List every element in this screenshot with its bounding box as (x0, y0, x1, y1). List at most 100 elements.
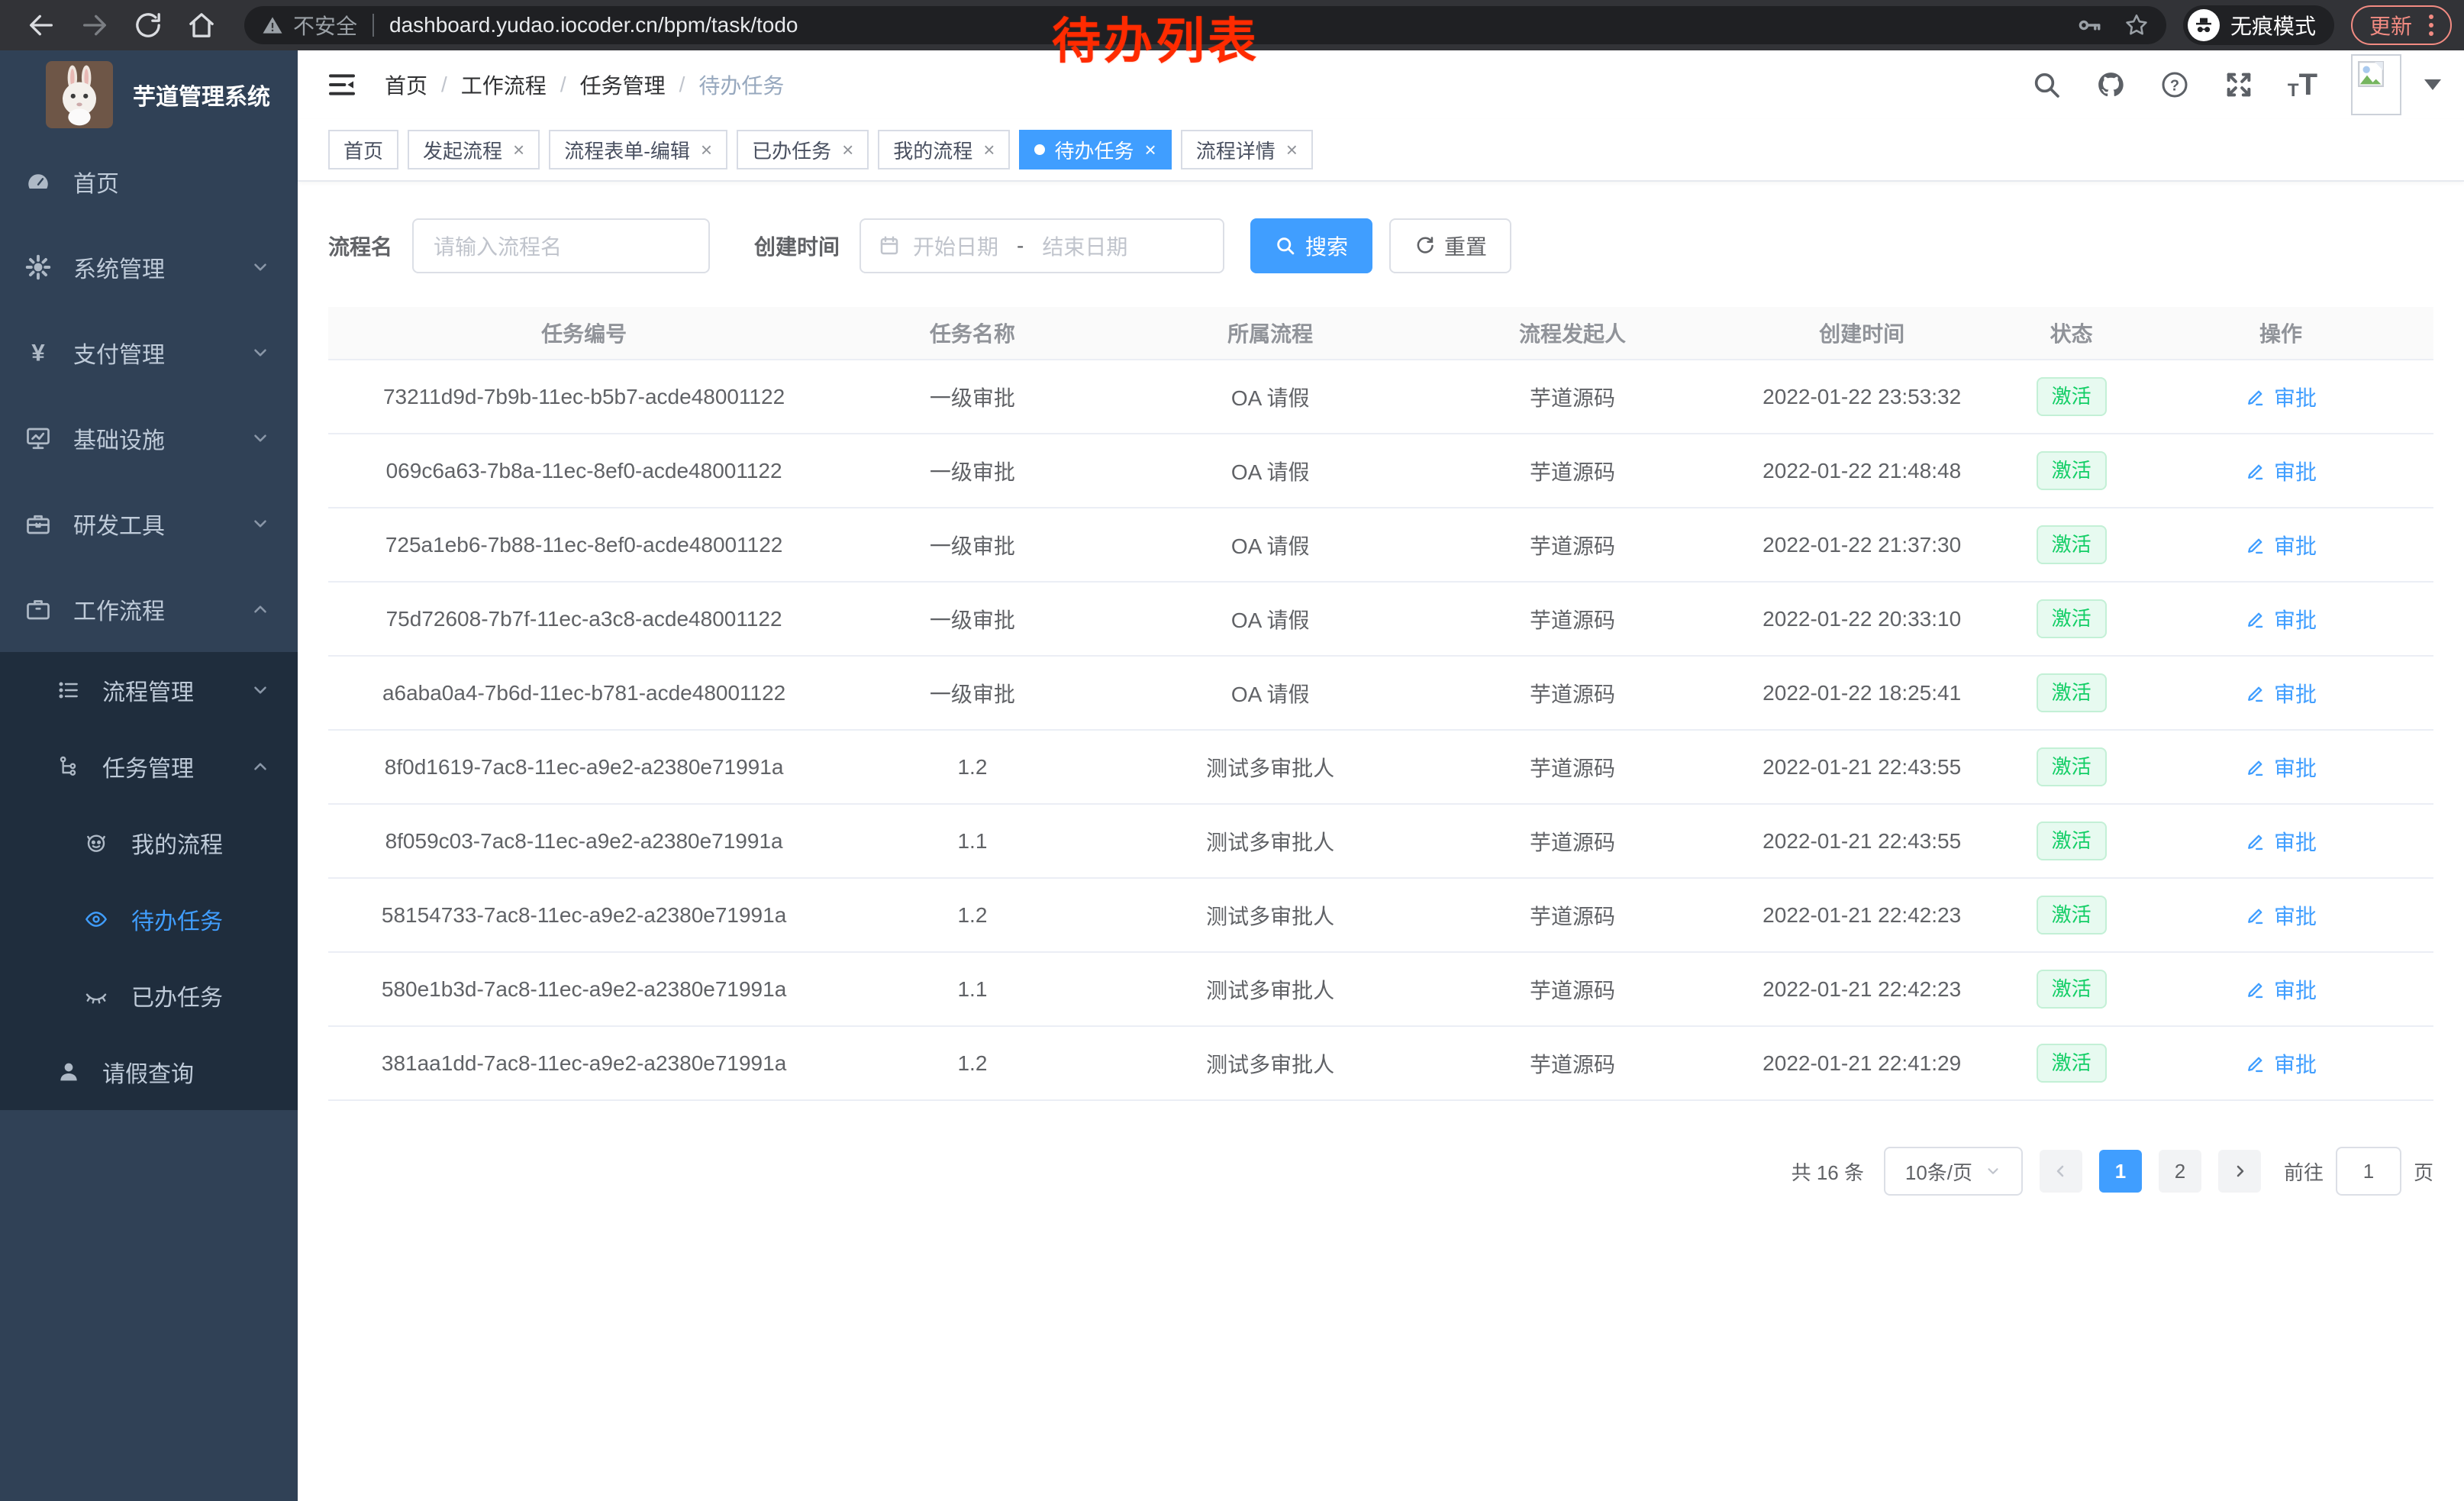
column-header-任务名称: 任务名称 (840, 307, 1105, 359)
tab-我的流程[interactable]: 我的流程× (878, 130, 1010, 169)
approve-link[interactable]: 审批 (2245, 678, 2317, 709)
chevron-left-icon (2052, 1162, 2070, 1180)
password-key-icon[interactable] (2076, 12, 2102, 38)
cell-name: 1.2 (840, 879, 1105, 951)
approve-link[interactable]: 审批 (2245, 900, 2317, 931)
breadcrumb-item[interactable]: 首页 (385, 69, 427, 100)
sidebar-item-任务管理[interactable]: 任务管理 (0, 728, 298, 805)
tab-首页[interactable]: 首页 (328, 130, 398, 169)
sidebar-item-支付管理[interactable]: ¥支付管理 (0, 310, 298, 395)
cell-id: 8f059c03-7ac8-11ec-a9e2-a2380e71991a (328, 805, 840, 877)
github-icon[interactable] (2095, 69, 2126, 100)
chevron-up-icon (250, 599, 270, 619)
pen-icon (2245, 534, 2266, 556)
close-icon[interactable]: × (1286, 140, 1298, 160)
sidebar-item-基础设施[interactable]: 基础设施 (0, 395, 298, 481)
close-icon[interactable]: × (842, 140, 853, 160)
tab-发起流程[interactable]: 发起流程 × (408, 130, 540, 169)
approve-link[interactable]: 审批 (2245, 456, 2317, 486)
breadcrumb-item[interactable]: 工作流程 (461, 69, 547, 100)
reset-button[interactable]: 重置 (1389, 218, 1511, 273)
cell-action: 审批 (2128, 879, 2433, 951)
help-icon[interactable]: ? (2159, 69, 2190, 100)
close-icon[interactable]: × (983, 140, 995, 160)
page-button-2[interactable]: 2 (2159, 1150, 2201, 1193)
sidebar-item-请假查询[interactable]: 请假查询 (0, 1034, 298, 1110)
breadcrumb-item[interactable]: 任务管理 (580, 69, 666, 100)
approve-link[interactable]: 审批 (2245, 974, 2317, 1005)
cell-created: 2022-01-22 20:33:10 (1709, 583, 2014, 655)
date-range-input[interactable]: 开始日期 - 结束日期 (859, 218, 1224, 273)
tab-待办任务[interactable]: 待办任务× (1019, 130, 1171, 169)
font-size-icon[interactable]: TT (2288, 69, 2317, 100)
chrome-update-button[interactable]: 更新 (2351, 5, 2452, 45)
cell-name: 一级审批 (840, 657, 1105, 729)
cell-process: OA 请假 (1105, 360, 1436, 433)
status-badge: 激活 (2037, 822, 2107, 860)
close-icon[interactable]: × (701, 140, 712, 160)
app-logo-row[interactable]: 芋道管理系统 (0, 50, 298, 139)
briefcase-icon (24, 596, 52, 623)
sidebar-collapse-icon[interactable] (327, 69, 357, 100)
update-label[interactable]: 更新 (2369, 10, 2412, 40)
cell-process: 测试多审批人 (1105, 879, 1436, 951)
avatar[interactable] (2351, 54, 2401, 115)
cell-process: 测试多审批人 (1105, 953, 1436, 1025)
next-page-button[interactable] (2218, 1150, 2261, 1193)
sidebar-item-首页[interactable]: 首页 (0, 139, 298, 224)
browser-reload-icon[interactable] (133, 10, 163, 40)
table-row: 580e1b3d-7ac8-11ec-a9e2-a2380e71991a1.1测… (328, 953, 2433, 1027)
search-icon (1275, 235, 1296, 257)
page-unit-label: 页 (2414, 1157, 2433, 1186)
approve-link[interactable]: 审批 (2245, 1048, 2317, 1079)
browser-forward-icon[interactable] (79, 10, 110, 40)
status-badge: 激活 (2037, 970, 2107, 1009)
sidebar-item-待办任务[interactable]: 待办任务 (0, 881, 298, 957)
browser-back-icon[interactable] (26, 10, 56, 40)
cell-process: 测试多审批人 (1105, 731, 1436, 803)
search-button[interactable]: 搜索 (1250, 218, 1372, 273)
approve-link[interactable]: 审批 (2245, 382, 2317, 412)
approve-link[interactable]: 审批 (2245, 752, 2317, 783)
chevron-down-icon (1985, 1163, 2001, 1180)
url-divider (373, 14, 374, 37)
chevron-down-icon (250, 343, 270, 363)
page-size-select[interactable]: 10条/页 (1884, 1147, 2023, 1196)
sidebar-item-工作流程[interactable]: 工作流程 (0, 567, 298, 652)
prev-page-button[interactable] (2040, 1150, 2082, 1193)
filter-bar: 流程名 请输入流程名 创建时间 开始日期 - 结束日期 (328, 218, 2433, 273)
avatar-caret-icon[interactable] (2424, 79, 2441, 90)
approve-link[interactable]: 审批 (2245, 530, 2317, 560)
process-name-input[interactable]: 请输入流程名 (412, 218, 710, 273)
fullscreen-icon[interactable] (2224, 69, 2254, 100)
browser-home-icon[interactable] (186, 10, 217, 40)
approve-link[interactable]: 审批 (2245, 826, 2317, 857)
goto-page-input[interactable]: 1 (2336, 1147, 2401, 1196)
tab-已办任务[interactable]: 已办任务× (737, 130, 869, 169)
sidebar-item-系统管理[interactable]: 系统管理 (0, 224, 298, 310)
cell-process: OA 请假 (1105, 657, 1436, 729)
cell-status: 激活 (2014, 583, 2128, 655)
bookmark-star-icon[interactable] (2124, 12, 2150, 38)
tab-label: 发起流程 (423, 136, 502, 164)
sidebar-item-研发工具[interactable]: 研发工具 (0, 481, 298, 567)
sidebar-item-我的流程[interactable]: 我的流程 (0, 805, 298, 881)
page-button-1[interactable]: 1 (2099, 1150, 2142, 1193)
sidebar-item-流程管理[interactable]: 流程管理 (0, 652, 298, 728)
sidebar-item-已办任务[interactable]: 已办任务 (0, 957, 298, 1034)
cell-created: 2022-01-22 21:37:30 (1709, 508, 2014, 581)
browser-menu-icon[interactable] (2424, 11, 2438, 39)
list-icon (56, 678, 81, 702)
header-search-icon[interactable] (2031, 69, 2062, 100)
approve-link-label: 审批 (2274, 752, 2317, 783)
approve-link[interactable]: 审批 (2245, 604, 2317, 634)
close-icon[interactable]: × (1145, 140, 1156, 160)
tab-流程详情[interactable]: 流程详情× (1181, 130, 1313, 169)
cell-starter: 芋道源码 (1436, 434, 1710, 507)
tab-流程表单-编辑[interactable]: 流程表单-编辑× (549, 130, 727, 169)
security-label[interactable]: 不安全 (293, 10, 357, 40)
annotation-overlay: 待办列表 (1052, 17, 1259, 66)
close-icon[interactable]: × (513, 140, 524, 160)
approve-link-label: 审批 (2274, 604, 2317, 634)
chevron-down-icon (250, 514, 270, 534)
